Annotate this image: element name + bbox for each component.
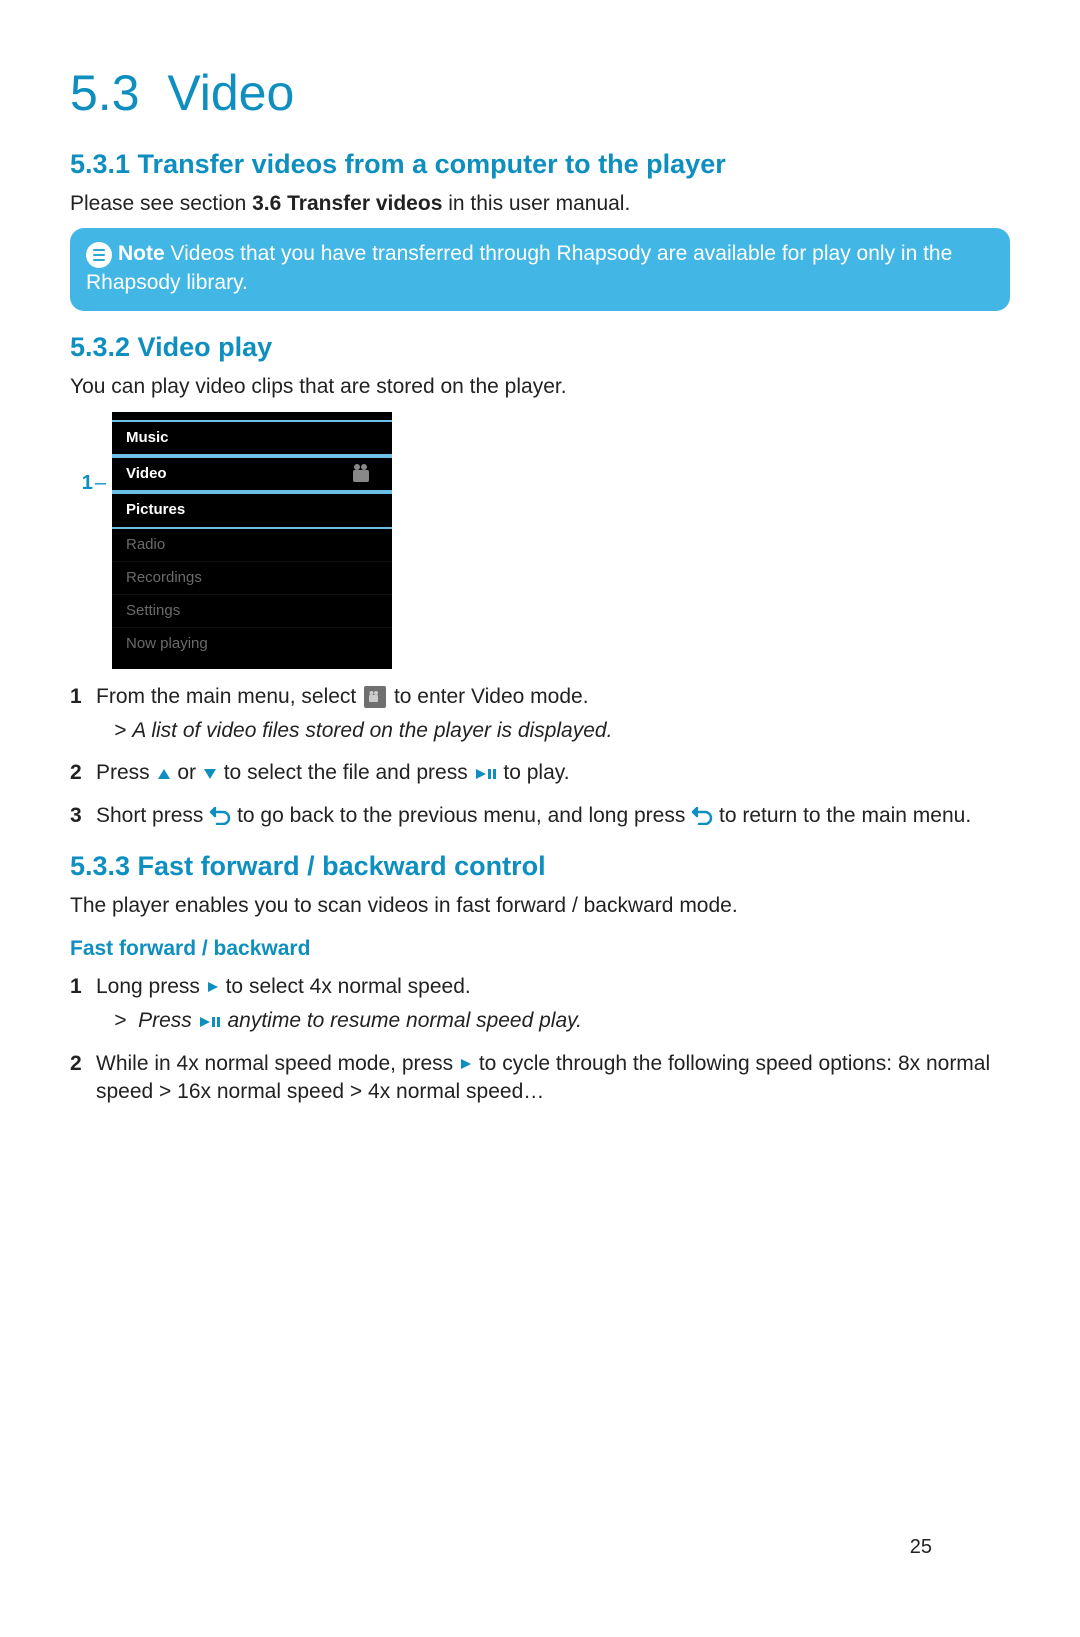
step-result: > Press anytime to resume normal speed p…: [114, 1007, 1010, 1035]
step-item: 1 Long press to select 4x normal speed. …: [70, 973, 1010, 1036]
note-icon: [86, 242, 112, 268]
subsub-heading: Fast forward / backward: [70, 935, 1010, 963]
subsection-5-3-3-intro: The player enables you to scan videos in…: [70, 892, 1010, 920]
player-menu-item-selected: Video: [112, 456, 392, 492]
player-menu-item: Radio: [112, 529, 392, 562]
cross-ref: 3.6 Transfer videos: [252, 192, 442, 215]
steps-list-5-3-2: 1 From the main menu, select to enter Vi…: [70, 683, 1010, 830]
section-heading: 5.3 Video: [70, 60, 1010, 128]
step-item: 1 From the main menu, select to enter Vi…: [70, 683, 1010, 746]
back-arrow-icon: [209, 807, 231, 825]
section-number: 5.3: [70, 65, 140, 121]
subsection-5-3-2-heading: 5.3.2 Video play: [70, 329, 1010, 365]
section-title-text: Video: [167, 65, 294, 121]
note-box: Note Videos that you have transferred th…: [70, 228, 1010, 311]
back-arrow-icon: [691, 807, 713, 825]
note-label: Note: [118, 242, 165, 265]
subsection-5-3-1-text: Please see section 3.6 Transfer videos i…: [70, 190, 1010, 218]
right-arrow-icon: [206, 980, 220, 994]
steps-list-5-3-3: 1 Long press to select 4x normal speed. …: [70, 973, 1010, 1106]
subsection-5-3-3-heading: 5.3.3 Fast forward / backward control: [70, 848, 1010, 884]
page-number: 25: [910, 1534, 932, 1561]
step-item: 3 Short press to go back to the previous…: [70, 802, 1010, 830]
step-result: >A list of video files stored on the pla…: [114, 717, 1010, 745]
down-arrow-icon: [202, 767, 218, 781]
play-pause-icon: [474, 767, 498, 781]
play-pause-icon: [198, 1015, 222, 1029]
player-menu-item: Recordings: [112, 562, 392, 595]
subsection-5-3-1-heading: 5.3.1 Transfer videos from a computer to…: [70, 146, 1010, 182]
step-item: 2 While in 4x normal speed mode, press t…: [70, 1050, 1010, 1107]
player-screenshot-figure: 1– Music Video Pictures Radio Recordings…: [70, 412, 1010, 669]
up-arrow-icon: [156, 767, 172, 781]
right-arrow-icon: [459, 1057, 473, 1071]
player-menu-screen: Music Video Pictures Radio Recordings Se…: [112, 412, 392, 669]
video-mode-icon: [364, 686, 386, 708]
player-menu-item: Music: [112, 420, 392, 456]
note-text: Videos that you have transferred through…: [86, 242, 952, 293]
player-menu-item: Pictures: [112, 492, 392, 528]
subsection-5-3-2-intro: You can play video clips that are stored…: [70, 373, 1010, 401]
player-menu-item: Settings: [112, 595, 392, 628]
step-item: 2 Press or to select the file and press …: [70, 759, 1010, 787]
video-icon: [352, 464, 378, 484]
figure-callout: 1–: [70, 412, 112, 497]
player-menu-item: Now playing: [112, 628, 392, 660]
